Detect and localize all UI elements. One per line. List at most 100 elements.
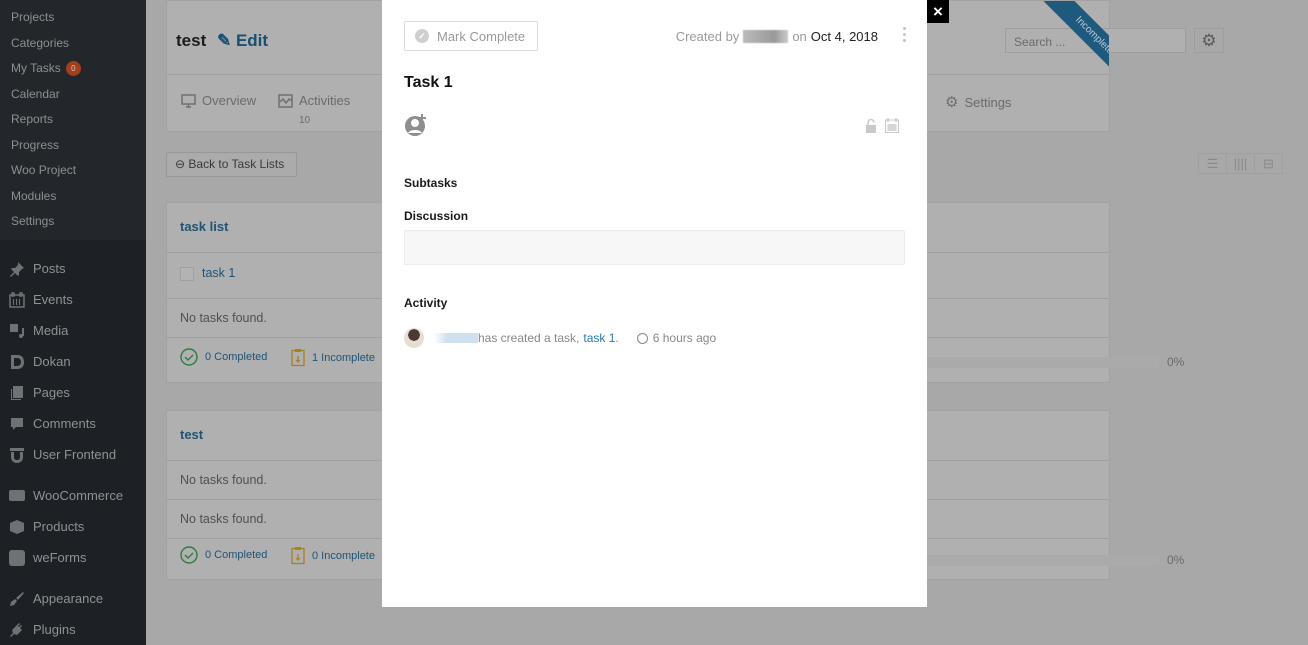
submenu-item-woo-project[interactable]: Woo Project bbox=[0, 159, 146, 185]
tab-overview[interactable]: Overview bbox=[181, 93, 256, 108]
tab-label: Activities bbox=[299, 93, 351, 108]
menu-item-user-frontend[interactable]: User Frontend bbox=[0, 439, 146, 470]
menu-label: Events bbox=[33, 292, 73, 307]
tab-label: Settings bbox=[964, 94, 1012, 110]
submenu-label: Woo Project bbox=[11, 163, 77, 177]
completed-label: 0 Completed bbox=[205, 351, 268, 363]
created-date: Oct 4, 2018 bbox=[810, 29, 878, 44]
time-label: 6 hours ago bbox=[652, 331, 717, 345]
completed-count[interactable]: 0 Completed bbox=[180, 546, 267, 564]
calendar-icon bbox=[8, 291, 25, 308]
menu-label: WooCommerce bbox=[33, 488, 124, 503]
pin-icon bbox=[8, 260, 25, 277]
menu-item-weforms[interactable]: weForms bbox=[0, 542, 146, 573]
back-to-task-lists-button[interactable]: ⊖ Back to Task Lists bbox=[166, 152, 297, 177]
menu-item-products[interactable]: Products bbox=[0, 511, 146, 542]
clipboard-icon bbox=[291, 349, 305, 367]
menu-label: weForms bbox=[33, 550, 87, 565]
tab-label: Overview bbox=[202, 93, 257, 108]
menu-item-plugins[interactable]: Plugins bbox=[0, 614, 146, 645]
project-name: test bbox=[176, 31, 207, 50]
submenu-item-categories[interactable]: Categories bbox=[0, 32, 146, 58]
status-label: Incomplete bbox=[1040, 1, 1109, 89]
clipboard-icon bbox=[291, 547, 305, 565]
edit-label: Edit bbox=[235, 31, 269, 50]
submenu-label: Progress bbox=[11, 137, 60, 152]
discussion-heading: Discussion bbox=[404, 209, 469, 223]
progress-percent: 0% bbox=[1167, 553, 1185, 567]
menu-item-posts[interactable]: Posts bbox=[0, 253, 146, 284]
submenu-item-calendar[interactable]: Calendar bbox=[0, 83, 146, 109]
archive-view-button[interactable]: ⊟ bbox=[1254, 153, 1283, 174]
mark-complete-button[interactable]: ✓ Mark Complete bbox=[404, 21, 538, 51]
empty-text: No tasks found. bbox=[180, 311, 267, 325]
count-badge: 0 bbox=[65, 61, 81, 76]
edit-project-link[interactable]: ✎ Edit bbox=[217, 31, 268, 50]
submenu-label: Categories bbox=[11, 35, 70, 50]
mark-complete-label: Mark Complete bbox=[437, 28, 526, 44]
task-list-title[interactable]: test bbox=[180, 427, 203, 442]
task-title[interactable]: Task 1 bbox=[404, 74, 453, 92]
completed-count[interactable]: 0 Completed bbox=[180, 348, 267, 366]
tab-activities[interactable]: Activities bbox=[278, 93, 350, 108]
incomplete-count[interactable]: 1 Incomplete bbox=[291, 348, 375, 367]
submenu-item-settings[interactable]: Settings bbox=[0, 210, 146, 236]
unlock-icon[interactable] bbox=[865, 118, 877, 138]
kanban-view-button[interactable]: |||| bbox=[1226, 153, 1255, 174]
user-frontend-icon bbox=[8, 446, 25, 463]
progress-percent: 0% bbox=[1167, 355, 1185, 369]
back-label: Back to Task Lists bbox=[188, 157, 285, 171]
redacted-author bbox=[743, 30, 789, 43]
calendar-icon[interactable] bbox=[885, 118, 899, 138]
admin-menu: Posts Events Media Dokan Pages Comments … bbox=[0, 240, 146, 645]
submenu-item-my-tasks[interactable]: My Tasks 0 bbox=[0, 57, 146, 83]
submenu-label: My Tasks bbox=[11, 61, 61, 75]
woo-icon bbox=[8, 487, 25, 504]
box-icon bbox=[8, 518, 25, 535]
submenu-item-projects[interactable]: Projects bbox=[0, 6, 146, 32]
created-on-label: on bbox=[792, 29, 807, 44]
submenu-item-progress[interactable]: Progress bbox=[0, 134, 146, 160]
plug-icon bbox=[8, 621, 25, 638]
check-icon: ✓ bbox=[415, 29, 429, 43]
task-title[interactable]: task 1 bbox=[202, 266, 235, 280]
more-options-icon[interactable] bbox=[903, 27, 907, 42]
menu-label: Dokan bbox=[33, 354, 71, 369]
task-checkbox[interactable] bbox=[180, 266, 194, 281]
menu-label: Appearance bbox=[33, 591, 104, 606]
completed-label: 0 Completed bbox=[205, 549, 268, 561]
menu-label: Plugins bbox=[33, 622, 76, 637]
task-list-title[interactable]: task list bbox=[180, 219, 228, 234]
settings-button[interactable]: ⚙ bbox=[1194, 28, 1224, 53]
submenu-item-modules[interactable]: Modules bbox=[0, 185, 146, 211]
tab-settings[interactable]: ⚙ Settings bbox=[945, 93, 1011, 111]
view-toggle: ☰ |||| ⊟ bbox=[1198, 153, 1283, 174]
assign-user-icon[interactable] bbox=[404, 113, 428, 137]
submenu-item-reports[interactable]: Reports bbox=[0, 108, 146, 134]
monitor-icon bbox=[181, 93, 196, 108]
task-detail-modal: ✓ Mark Complete Created by on Oct 4, 2018… bbox=[382, 0, 927, 607]
subtasks-heading: Subtasks bbox=[404, 176, 458, 190]
menu-item-woocommerce[interactable]: WooCommerce bbox=[0, 480, 146, 511]
created-by-label: Created by bbox=[675, 29, 740, 44]
menu-label: Products bbox=[33, 519, 85, 534]
discussion-input[interactable] bbox=[404, 230, 905, 265]
menu-item-appearance[interactable]: Appearance bbox=[0, 583, 146, 614]
media-icon bbox=[8, 322, 25, 339]
list-view-button[interactable]: ☰ bbox=[1198, 153, 1227, 174]
incomplete-count[interactable]: 0 Incomplete bbox=[291, 546, 375, 565]
gear-icon: ⚙ bbox=[1201, 30, 1217, 50]
check-circle-icon bbox=[180, 546, 198, 564]
activity-task-link[interactable]: task 1 bbox=[583, 331, 615, 345]
menu-item-comments[interactable]: Comments bbox=[0, 408, 146, 439]
menu-item-pages[interactable]: Pages bbox=[0, 377, 146, 408]
comment-icon bbox=[8, 415, 25, 432]
close-modal-button[interactable]: × bbox=[927, 0, 949, 23]
menu-item-dokan[interactable]: Dokan bbox=[0, 346, 146, 377]
menu-label: User Frontend bbox=[33, 447, 117, 462]
clock-icon bbox=[636, 332, 648, 344]
menu-item-events[interactable]: Events bbox=[0, 284, 146, 315]
activity-icon bbox=[278, 93, 293, 108]
menu-item-media[interactable]: Media bbox=[0, 315, 146, 346]
menu-label: Comments bbox=[33, 416, 96, 431]
